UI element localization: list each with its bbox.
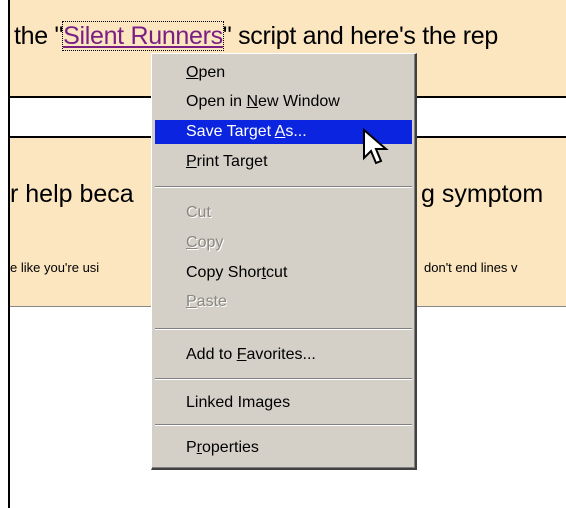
- post-text-line-3-left: e like you're usi: [10, 260, 100, 275]
- menu-item-cut: Cut: [186, 204, 211, 221]
- menu-item-properties[interactable]: Properties: [155, 436, 412, 460]
- post-text-line-2-right: g symptom: [421, 180, 544, 208]
- menu-item-copy-shortcut[interactable]: Copy Shortcut: [155, 261, 412, 285]
- context-menu: Open Open in New Window Save Target As..…: [151, 53, 417, 470]
- arrow-cursor-icon: [363, 128, 389, 165]
- menu-item-linked-images[interactable]: Linked Images: [155, 391, 412, 415]
- menu-item-paste: Paste: [186, 293, 227, 310]
- menu-separator: [155, 328, 412, 330]
- frame-border: [8, 0, 10, 508]
- post-text-line-1: the "Silent Runners" script and here's t…: [14, 21, 498, 51]
- menu-item-copy: Copy: [186, 234, 224, 251]
- post-text-line-2-left: r help beca: [10, 180, 134, 208]
- menu-separator: [155, 424, 412, 426]
- post-text-line-3-right: don't end lines v: [424, 260, 518, 275]
- menu-separator: [155, 378, 412, 380]
- silent-runners-link[interactable]: Silent Runners: [62, 21, 224, 51]
- menu-item-add-to-favorites[interactable]: Add to Favorites...: [155, 343, 412, 367]
- menu-item-open-new-window[interactable]: Open in New Window: [155, 90, 412, 114]
- menu-item-open[interactable]: Open: [155, 61, 412, 85]
- menu-separator: [155, 186, 412, 188]
